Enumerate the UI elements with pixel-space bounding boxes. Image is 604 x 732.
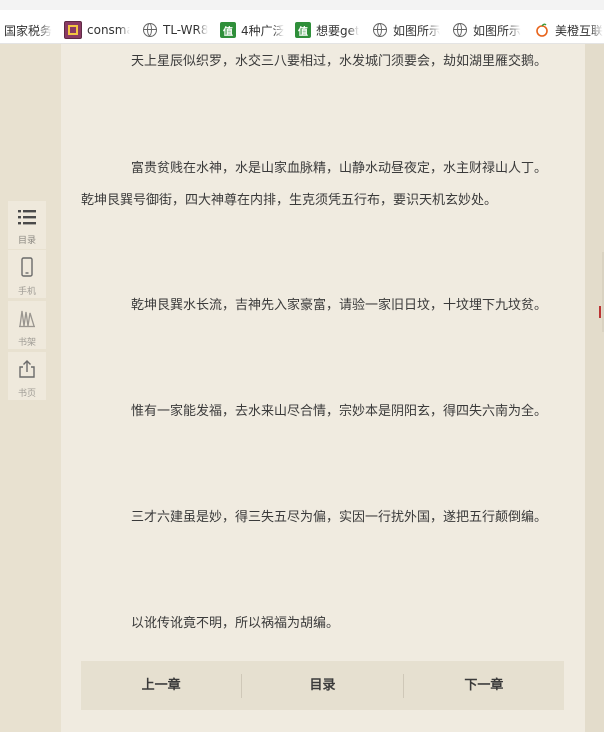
tab-strip-edge xyxy=(0,0,604,10)
bookmark-item[interactable]: 美橙互联 xyxy=(534,20,604,40)
sidebar-shelf-button[interactable]: 书架 xyxy=(8,301,46,349)
bookmark-item[interactable]: 值 想要get xyxy=(295,20,359,40)
paragraph-text: 富贵贫贱在水神，水是山家血脉精，山静水动昼夜定，水主财禄山人丁。 xyxy=(131,161,548,176)
chapter-paragraph: 惟有一家能发福，去水来山尽合情，宗妙本是阴阳玄，得四失六南为全。 xyxy=(81,396,581,428)
orange-icon xyxy=(534,22,550,38)
sidebar-shelf-label: 书架 xyxy=(17,338,36,348)
chapter-paragraph: 富贵贫贱在水神，水是山家血脉精，山静水动昼夜定，水主财禄山人丁。乾坤艮巽号御街，… xyxy=(81,153,581,217)
bookmark-item[interactable]: 如图所示 xyxy=(372,20,440,40)
catalog-button[interactable]: 目录 xyxy=(242,661,402,710)
bookmark-label: consma xyxy=(87,23,130,37)
bookmark-item[interactable]: consma xyxy=(64,20,130,40)
bookmark-label: TL-WR8 xyxy=(163,23,208,37)
bookmark-item[interactable]: 国家税务 xyxy=(4,20,56,40)
sidebar-mobile-button[interactable]: 手机 xyxy=(8,250,46,298)
chapter-paragraph: 三才六建虽是妙，得三失五尽为偏，实因一行扰外国，遂把五行颠倒编。 xyxy=(81,502,581,534)
zhi-icon: 值 xyxy=(295,22,311,38)
paragraph-text: 惟有一家能发福，去水来山尽合情，宗妙本是阴阳玄，得四失六南为全。 xyxy=(131,404,548,419)
bookmark-item[interactable]: 如图所示 xyxy=(452,20,522,40)
sidebar-mobile-label: 手机 xyxy=(17,287,36,297)
bookmark-label: 如图所示 xyxy=(393,23,440,38)
paragraph-text: 天上星辰似织罗，水交三八要相过，水发城门须要会，劫如湖里雁交鹅。 xyxy=(131,54,548,69)
globe-icon xyxy=(372,22,388,38)
paragraph-text: 三才六建虽是妙，得三失五尽为偏，实因一行扰外国，遂把五行颠倒编。 xyxy=(131,510,548,525)
paragraph-text: 乾坤艮巽号御街，四大神尊在内排，生克须凭五行布，要识天机玄妙处。 xyxy=(81,193,498,208)
bookshelf-icon xyxy=(17,308,37,332)
bookmark-label: 国家税务 xyxy=(4,23,53,38)
bookmark-item[interactable]: TL-WR8 xyxy=(142,20,208,40)
sidebar-catalog-label: 目录 xyxy=(17,236,36,246)
sidebar-page-label: 书页 xyxy=(17,389,36,399)
bookmarks-bar: 国家税务 consma TL-WR8 值 4种广泛 值 想要get 如图所示 如… xyxy=(0,0,604,44)
list-icon xyxy=(17,208,37,230)
scroll-marker xyxy=(599,306,601,318)
share-icon xyxy=(17,359,37,383)
bookmark-label: 如图所示 xyxy=(473,23,522,38)
globe-icon xyxy=(142,22,158,38)
globe-icon xyxy=(452,22,468,38)
bookmark-label: 4种广泛 xyxy=(241,23,284,38)
next-chapter-button[interactable]: 下一章 xyxy=(404,661,564,710)
chapter-paragraph: 以讹传讹竟不明，所以祸福为胡编。 xyxy=(81,608,581,640)
consma-icon xyxy=(64,21,82,39)
sidebar-catalog-button[interactable]: 目录 xyxy=(8,201,46,249)
right-gutter xyxy=(585,44,604,732)
zhi-icon: 值 xyxy=(220,22,236,38)
prev-chapter-button[interactable]: 上一章 xyxy=(81,661,241,710)
bookmark-label: 美橙互联 xyxy=(555,23,604,38)
mobile-phone-icon xyxy=(20,257,34,281)
paragraph-text: 以讹传讹竟不明，所以祸福为胡编。 xyxy=(131,616,340,631)
chapter-paragraph: 天上星辰似织罗，水交三八要相过，水发城门须要会，劫如湖里雁交鹅。 xyxy=(81,46,581,78)
paragraph-text: 乾坤艮巽水长流，吉神先入家豪富，请验一家旧日坟，十坟埋下九坟贫。 xyxy=(131,298,548,313)
bookmark-label: 想要get xyxy=(316,23,359,38)
sidebar-page-button[interactable]: 书页 xyxy=(8,352,46,400)
bookmark-item[interactable]: 值 4种广泛 xyxy=(220,20,284,40)
chapter-navigation: 上一章 目录 下一章 xyxy=(81,661,564,710)
chapter-paragraph: 乾坤艮巽水长流，吉神先入家豪富，请验一家旧日坟，十坟埋下九坟贫。 xyxy=(81,290,581,322)
